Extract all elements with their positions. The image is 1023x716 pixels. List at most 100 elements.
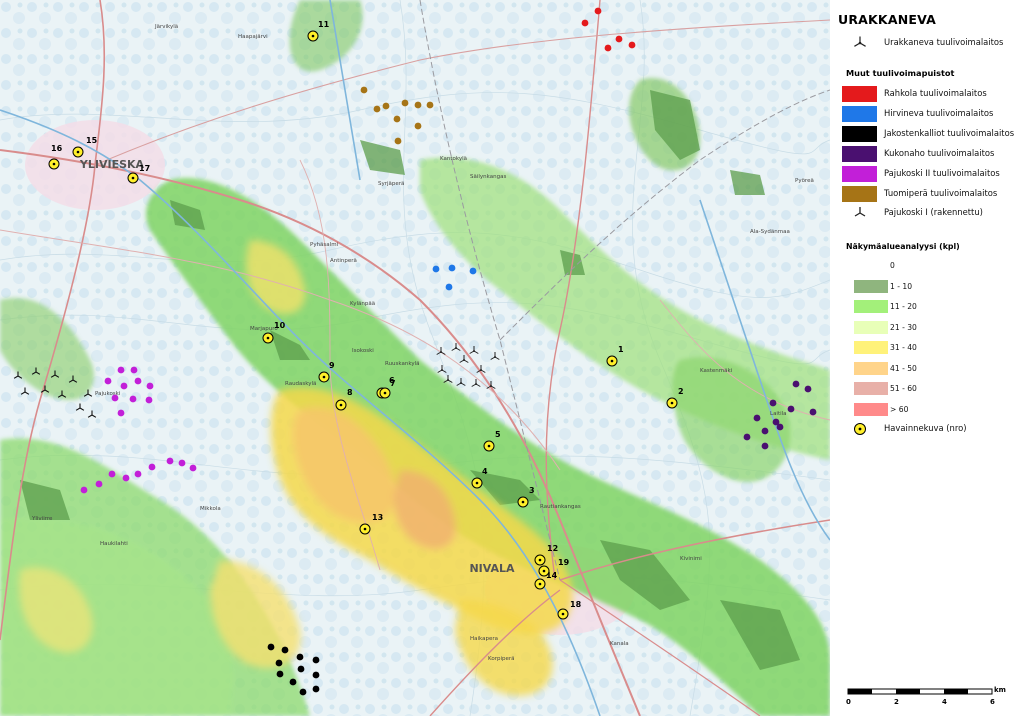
photo-point-number: 8 bbox=[347, 388, 353, 397]
photo-point-number: 7 bbox=[390, 379, 396, 388]
park-turbine-dot bbox=[743, 433, 751, 441]
photo-point-number: 13 bbox=[372, 513, 383, 522]
photo-point-center bbox=[131, 176, 135, 180]
legend-park-label: Pajukoski II tuulivoimalaitos bbox=[884, 168, 1000, 178]
photo-point-center bbox=[383, 391, 387, 395]
park-turbine-dot bbox=[299, 688, 307, 696]
park-turbine-dot bbox=[129, 395, 137, 403]
scale-unit: km bbox=[994, 686, 1006, 694]
park-turbine-dot bbox=[276, 670, 284, 678]
legend-park-label: Tuomiperä tuulivoimalaitos bbox=[884, 188, 998, 198]
map-view[interactable]: YLIVIESKA NIVALA Järvikylä Haapajärvi Kantok… bbox=[0, 0, 830, 716]
park-turbine-dot bbox=[108, 470, 116, 478]
place-label: Ruuskankylä bbox=[385, 361, 420, 367]
legend-visibility-row: 21 - 30 bbox=[854, 320, 1014, 335]
map-canvas: YLIVIESKA NIVALA Järvikylä Haapajärvi Kantok… bbox=[0, 0, 830, 716]
park-turbine-dot bbox=[104, 377, 112, 385]
park-turbine-dot bbox=[80, 486, 88, 494]
park-turbine-dot bbox=[297, 665, 305, 673]
legend-visibility-row: 31 - 40 bbox=[854, 341, 1014, 355]
park-turbine-dot bbox=[394, 137, 402, 145]
park-turbine-dot bbox=[809, 408, 817, 416]
town-label: YLIVIESKA bbox=[79, 158, 145, 171]
photo-point-center bbox=[670, 401, 674, 405]
legend-park-row: Kukonaho tuulivoimalaitos bbox=[842, 145, 1022, 163]
place-label: Kivinimi bbox=[680, 556, 702, 562]
park-turbine-dot bbox=[312, 656, 320, 664]
park-turbine-dot bbox=[761, 442, 769, 450]
legend-main-turbine: Urakkaneva tuulivoimalaitos bbox=[842, 34, 1022, 52]
photo-point-number: 12 bbox=[547, 544, 558, 553]
park-turbine-dot bbox=[117, 409, 125, 417]
place-label: Syrjäperä bbox=[378, 181, 404, 187]
legend-visibility-label: 41 - 50 bbox=[890, 363, 917, 373]
park-turbine-dot bbox=[594, 7, 602, 15]
legend-park-row: Hirvineva tuulivoimalaitos bbox=[842, 105, 1022, 123]
photo-point-number: 10 bbox=[274, 321, 286, 330]
legend-park-swatch bbox=[842, 126, 877, 142]
legend-built-turbine: Pajukoski I (rakennettu) bbox=[842, 204, 1022, 222]
legend-park-label: Hirvineva tuulivoimalaitos bbox=[884, 108, 994, 118]
built-turbine-icon bbox=[854, 207, 866, 217]
legend-park-row: Tuomiperä tuulivoimalaitos bbox=[842, 185, 1022, 203]
park-turbine-dot bbox=[581, 19, 589, 27]
park-turbine-dot bbox=[382, 102, 390, 110]
park-turbine-dot bbox=[753, 414, 761, 422]
legend-visibility-swatch bbox=[854, 341, 888, 354]
photo-point-number: 15 bbox=[86, 136, 98, 145]
park-turbine-dot bbox=[445, 283, 453, 291]
park-turbine-dot bbox=[146, 382, 154, 390]
place-label: Säilynkangas bbox=[470, 174, 506, 180]
legend-visibility-heading: Näkymäalueanalyysi (kpl) bbox=[846, 242, 960, 251]
park-turbine-dot bbox=[312, 671, 320, 679]
legend-park-label: Rahkola tuulivoimalaitos bbox=[884, 88, 987, 98]
park-turbine-dot bbox=[148, 463, 156, 471]
map-legend: URAKKANEVA Urakkaneva tuulivoimalaitos M… bbox=[830, 0, 1023, 716]
legend-title: URAKKANEVA bbox=[838, 12, 936, 27]
legend-visibility-swatch bbox=[854, 320, 888, 334]
place-label: Laitila bbox=[770, 411, 787, 417]
park-turbine-dot bbox=[401, 99, 409, 107]
place-label: Korpiperä bbox=[488, 656, 515, 662]
photo-point-center bbox=[475, 481, 479, 485]
park-turbine-dot bbox=[95, 480, 103, 488]
legend-visibility-swatch bbox=[854, 300, 888, 313]
park-turbine-dot bbox=[312, 685, 320, 693]
legend-visibility-swatch bbox=[854, 382, 888, 395]
park-turbine-dot bbox=[117, 366, 125, 374]
legend-photo-point: Havainnekuva (nro) bbox=[842, 420, 1022, 438]
park-turbine-dot bbox=[296, 653, 304, 661]
park-turbine-dot bbox=[615, 35, 623, 43]
photo-point-center bbox=[266, 336, 270, 340]
park-turbine-dot bbox=[628, 41, 636, 49]
photo-point-center bbox=[311, 34, 315, 38]
scale-bar: 0 2 4 6 km bbox=[844, 686, 1014, 714]
place-label: Ala-Sydänmaa bbox=[750, 229, 790, 235]
legend-visibility-label: 51 - 60 bbox=[890, 384, 917, 393]
photo-point-number: 19 bbox=[558, 558, 570, 567]
photo-point-number: 3 bbox=[529, 486, 535, 495]
turbine-icon bbox=[854, 36, 866, 47]
photo-point-icon bbox=[854, 423, 866, 435]
legend-visibility-row: 11 - 20 bbox=[854, 300, 1014, 314]
legend-park-swatch bbox=[842, 166, 877, 182]
park-turbine-dot bbox=[145, 396, 153, 404]
place-label: Haikapera bbox=[470, 636, 498, 642]
legend-park-label: Kukonaho tuulivoimalaitos bbox=[884, 148, 995, 158]
legend-main-turbine-label: Urakkaneva tuulivoimalaitos bbox=[884, 37, 1004, 47]
photo-point-center bbox=[610, 359, 614, 363]
park-turbine-dot bbox=[373, 105, 381, 113]
place-label: Järvikylä bbox=[154, 24, 178, 30]
legend-visibility-swatch bbox=[854, 279, 888, 293]
photo-point-number: 16 bbox=[51, 144, 63, 153]
photo-point-number: 2 bbox=[678, 387, 684, 396]
place-label: Haapajärvi bbox=[238, 34, 268, 40]
photo-point-center bbox=[339, 403, 343, 407]
park-turbine-dot bbox=[448, 264, 456, 272]
park-turbine-dot bbox=[289, 678, 297, 686]
photo-point-center bbox=[363, 527, 367, 531]
park-turbine-dot bbox=[432, 265, 440, 273]
legend-built-turbine-label: Pajukoski I (rakennettu) bbox=[884, 207, 983, 217]
park-turbine-dot bbox=[134, 377, 142, 385]
park-turbine-dot bbox=[414, 122, 422, 130]
